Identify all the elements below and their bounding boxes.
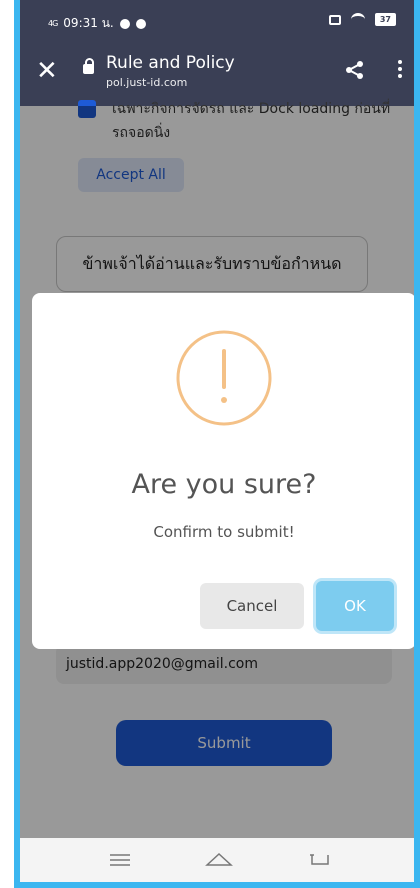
page-url[interactable]: pol.just-id.com: [106, 76, 187, 89]
wifi-icon: [350, 13, 365, 26]
notification-icon: [119, 18, 130, 29]
status-right: 37: [328, 13, 396, 26]
dialog-message: Confirm to submit!: [153, 523, 295, 541]
device-frame-right: [414, 0, 420, 888]
back-icon[interactable]: [310, 852, 330, 866]
cancel-button[interactable]: Cancel: [200, 583, 304, 629]
home-icon[interactable]: [205, 851, 233, 867]
browser-toolbar: ✕ Rule and Policy pol.just-id.com: [20, 36, 414, 106]
phone-screen: 4G 09:31 น. 37 ✕ Rule and Policy pol.jus…: [20, 0, 414, 882]
dialog-title: Are you sure?: [131, 469, 317, 500]
warning-exclamation-icon: [176, 330, 272, 426]
confirm-dialog: Are you sure? Confirm to submit! Cancel …: [32, 293, 414, 649]
status-bar: 4G 09:31 น. 37: [20, 0, 414, 36]
recent-apps-icon[interactable]: [110, 854, 130, 866]
close-icon[interactable]: ✕: [36, 58, 58, 84]
page-title: Rule and Policy: [106, 53, 235, 73]
ok-button[interactable]: OK: [316, 581, 394, 631]
status-time: 09:31 น.: [63, 16, 114, 30]
share-icon[interactable]: [345, 60, 365, 80]
status-left: 4G 09:31 น.: [48, 14, 146, 33]
network-indicator: 4G: [48, 19, 58, 28]
vibrate-icon: [328, 14, 341, 25]
device-frame-bottom: [14, 882, 420, 888]
navigation-bar: [20, 838, 414, 882]
more-options-icon[interactable]: [398, 60, 402, 78]
battery-icon: 37: [374, 13, 396, 26]
chat-notification-icon: [135, 18, 146, 29]
lock-icon[interactable]: [83, 58, 94, 74]
